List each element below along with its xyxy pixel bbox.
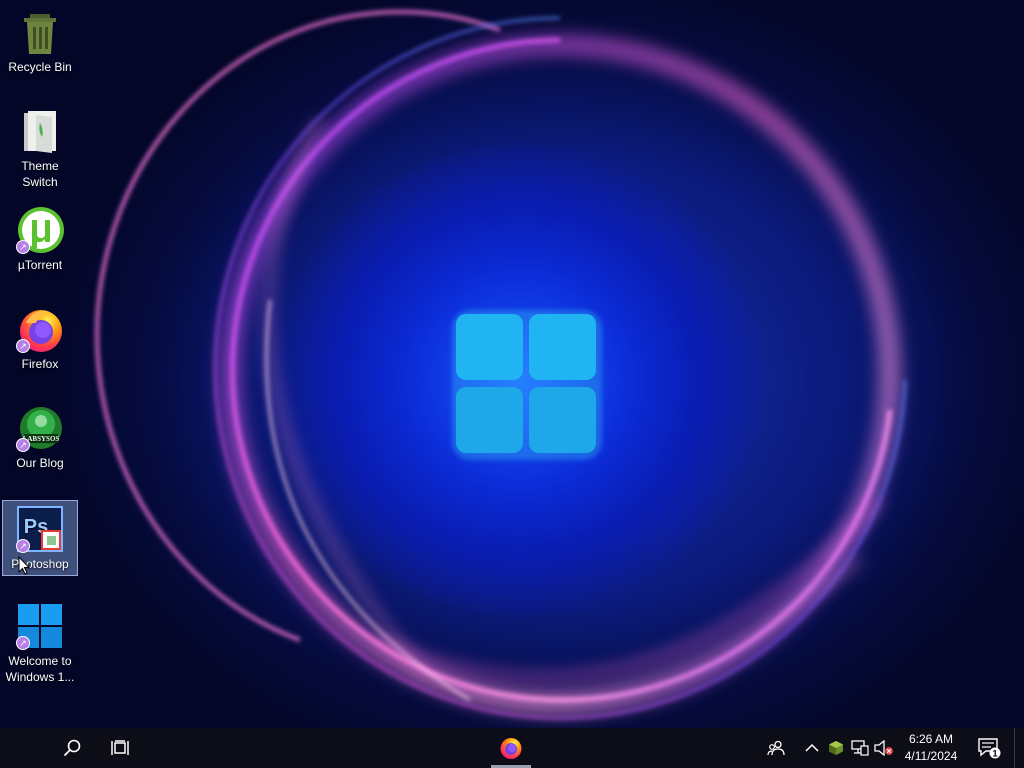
clock-date: 4/11/2024 (904, 749, 958, 763)
taskbar-app-firefox[interactable] (491, 728, 531, 768)
search-icon (63, 739, 81, 757)
volume-muted-icon (874, 740, 893, 756)
shortcut-arrow-icon: ↗ (16, 539, 30, 553)
network-icon (851, 740, 869, 756)
utorrent-icon: ↗ (16, 206, 64, 254)
shortcut-arrow-icon: ↗ (16, 339, 30, 353)
taskbar-clock[interactable]: 6:26 AM 4/11/2024 (895, 731, 967, 765)
labsysos-icon: LABSYSOS ↗ (16, 404, 64, 452)
people-icon (767, 740, 785, 756)
desktop-icon-our-blog[interactable]: LABSYSOS ↗ Our Blog (2, 400, 78, 474)
show-desktop-button[interactable] (1015, 728, 1024, 768)
app-tray-icon (829, 741, 843, 755)
clock-time: 6:26 AM (908, 732, 954, 746)
wallpaper-glow-rings (95, 9, 907, 720)
shortcut-arrow-icon: ↗ (16, 240, 30, 254)
desktop-icon-welcome-windows[interactable]: ↗ Welcome to Windows 1... (2, 598, 78, 688)
notification-icon: 1 (978, 738, 1001, 759)
desktop-icon-firefox[interactable]: ↗ Firefox (2, 301, 78, 375)
firefox-icon (500, 738, 522, 759)
chevron-up-icon (805, 743, 819, 752)
desktop-icon-label: Welcome to Windows 1... (5, 654, 75, 684)
windows-logo-icon: ↗ (16, 602, 64, 650)
task-view-button[interactable] (100, 728, 140, 768)
notification-count: 1 (992, 749, 997, 759)
desktop-icon-theme-switch[interactable]: Theme Switch (2, 103, 78, 193)
desktop-icon-photoshop[interactable]: Ps ↗ Photoshop (2, 500, 78, 576)
taskbar: 6:26 AM 4/11/2024 1 (0, 728, 1024, 768)
volume-button[interactable] (873, 728, 895, 768)
shortcut-arrow-icon: ↗ (16, 636, 30, 650)
theme-switch-icon (16, 107, 64, 155)
firefox-icon: ↗ (16, 305, 64, 353)
action-center-button[interactable]: 1 (974, 728, 1004, 768)
mouse-cursor-icon (18, 555, 31, 580)
desktop-icon-label: Our Blog (16, 456, 64, 470)
task-view-icon (111, 740, 129, 755)
show-hidden-icons-button[interactable] (802, 728, 822, 768)
desktop-icon-label: Photoshop (11, 557, 69, 571)
desktop-icon-label: Recycle Bin (8, 60, 72, 74)
search-button[interactable] (52, 728, 92, 768)
photoshop-icon: Ps ↗ (16, 505, 64, 553)
desktop-icon-label: µTorrent (17, 258, 63, 272)
desktop-icon-utorrent[interactable]: ↗ µTorrent (2, 202, 78, 276)
network-button[interactable] (850, 728, 870, 768)
tray-app-button[interactable] (826, 728, 846, 768)
recycle-bin-icon (16, 8, 64, 56)
desktop-icon-label: Theme Switch (21, 159, 59, 189)
desktop-icon-recycle-bin[interactable]: Recycle Bin (2, 4, 78, 78)
desktop-wallpaper (0, 0, 1024, 728)
desktop-icon-label: Firefox (21, 357, 59, 371)
shortcut-arrow-icon: ↗ (16, 438, 30, 452)
tray-people-button[interactable] (764, 728, 788, 768)
